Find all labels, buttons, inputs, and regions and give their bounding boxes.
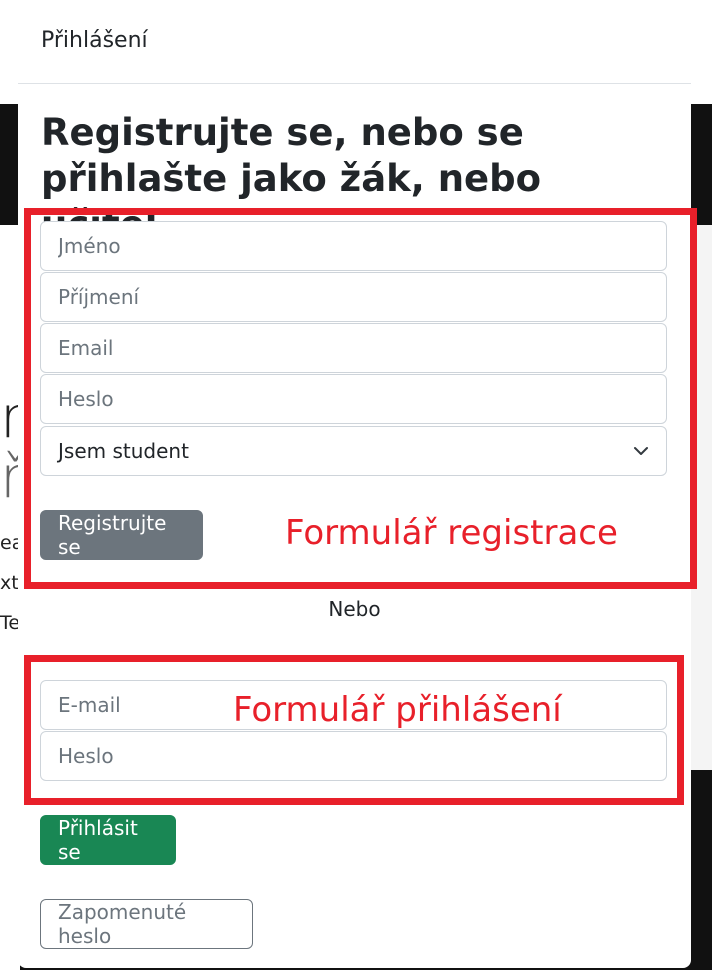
background-text-fragment: ea (0, 532, 20, 554)
background-text-fragment: ř (0, 448, 20, 506)
or-separator: Nebo (328, 597, 381, 621)
registration-form-annotation-label: Formulář registrace (285, 513, 618, 553)
login-form-annotation-label: Formulář přihlášení (233, 690, 562, 730)
background-text-fragment: xt (0, 572, 19, 594)
page-left-content (0, 225, 20, 970)
background-text-fragment: n (0, 388, 20, 446)
login-button[interactable]: Přihlásit se (40, 815, 176, 865)
modal-header: Přihlášení (18, 0, 691, 84)
login-form-annotation (24, 655, 684, 805)
modal-title: Přihlášení (41, 28, 148, 53)
forgot-password-button[interactable]: Zapomenuté heslo (40, 899, 253, 949)
background-text-fragment: Te (0, 612, 20, 634)
